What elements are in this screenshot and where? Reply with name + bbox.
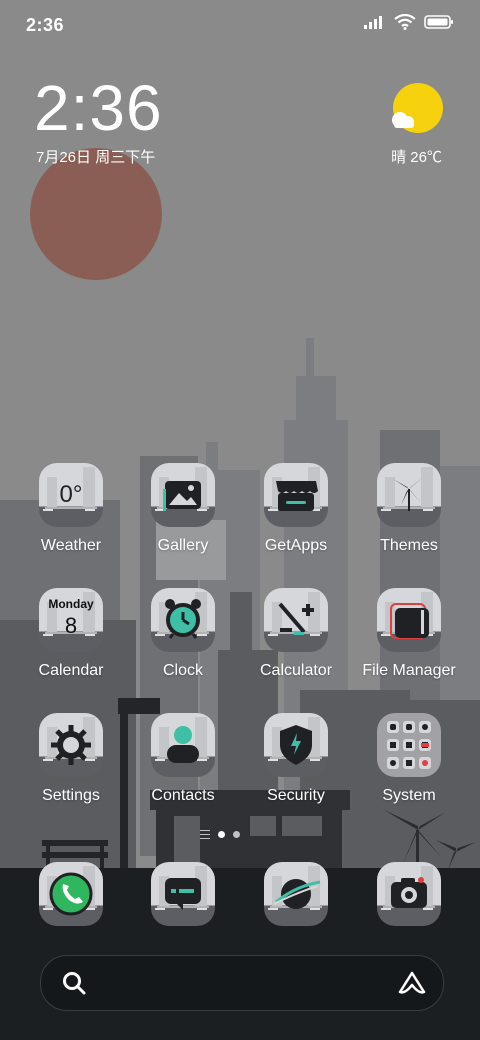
store-glyph [276, 481, 318, 511]
app-label: Contacts [151, 787, 215, 804]
browser-glyph [273, 879, 321, 909]
pinwheel-glyph [393, 477, 423, 511]
weather-glyph-text: 0° [59, 481, 83, 508]
calculator-glyph [278, 602, 314, 635]
app-clock[interactable]: Clock [128, 588, 238, 680]
calendar-day: Monday [48, 597, 94, 611]
app-label: Gallery [157, 537, 209, 554]
app-security[interactable]: Security [241, 713, 351, 805]
calendar-icon: Monday 8 [39, 588, 103, 652]
dock-camera[interactable] [354, 862, 464, 926]
gallery-icon [151, 463, 215, 527]
assistant-icon[interactable] [397, 970, 427, 996]
person-glyph [167, 726, 199, 763]
app-label: System [382, 787, 436, 804]
phone-icon [39, 862, 103, 926]
sun-cloud-icon [392, 83, 443, 133]
wallpaper-sun [30, 148, 162, 280]
status-bar: 2:36 [0, 0, 480, 52]
status-icons [364, 14, 454, 30]
store-icon [264, 463, 328, 527]
dock-browser[interactable] [241, 862, 351, 926]
gear-glyph [51, 725, 91, 765]
app-label: Calendar [38, 662, 104, 679]
signal-icon [364, 16, 382, 29]
page-dot-active [218, 831, 225, 838]
status-time: 2:36 [26, 15, 65, 35]
weather-widget-text: 晴 26℃ [391, 149, 442, 166]
page-dot [233, 831, 240, 838]
app-calendar[interactable]: Monday 8 Calendar [16, 588, 126, 680]
app-label: Security [267, 787, 325, 804]
alarm-clock-icon [151, 588, 215, 652]
battery-icon [424, 15, 453, 29]
app-getapps[interactable]: GetApps [241, 463, 351, 555]
search-icon [63, 972, 86, 995]
clock-widget-time[interactable]: 2:36 [34, 76, 163, 140]
app-weather[interactable]: 0° Weather [16, 463, 126, 555]
app-label: Themes [380, 537, 438, 554]
app-label: Settings [42, 787, 100, 804]
wifi-icon [394, 14, 416, 30]
app-label: File Manager [362, 662, 456, 679]
shield-glyph [280, 725, 312, 765]
camera-icon [377, 862, 441, 926]
folder-icon [377, 588, 441, 652]
phone-glyph [49, 872, 93, 916]
app-themes[interactable]: Themes [354, 463, 464, 555]
app-label: Clock [162, 662, 203, 679]
app-label: Weather [40, 537, 102, 554]
folder-glyph [390, 603, 429, 639]
app-settings[interactable]: Settings [16, 713, 126, 805]
alarm-clock-glyph [165, 599, 201, 639]
app-contacts[interactable]: Contacts [128, 713, 238, 805]
folder-grid-icon [377, 713, 441, 777]
folder-grid-glyph [387, 721, 431, 769]
gear-icon [39, 713, 103, 777]
app-label: GetApps [264, 537, 328, 554]
shield-icon [264, 713, 328, 777]
dock-phone[interactable] [16, 862, 126, 926]
search-bar[interactable] [40, 955, 444, 1011]
camera-glyph [391, 877, 427, 908]
person-icon [151, 713, 215, 777]
app-system-folder[interactable]: System [354, 713, 464, 805]
weather-icon: 0° [39, 463, 103, 527]
page-indicator[interactable] [200, 830, 240, 839]
messaging-icon [151, 862, 215, 926]
messaging-glyph [165, 878, 201, 910]
gallery-glyph [163, 481, 201, 511]
browser-icon [264, 862, 328, 926]
app-file-manager[interactable]: File Manager [354, 588, 464, 680]
weather-widget[interactable] [370, 80, 450, 145]
app-calculator[interactable]: Calculator [241, 588, 351, 680]
clock-widget-date: 7月26日 周三下午 [36, 149, 156, 166]
dock-messaging[interactable] [128, 862, 238, 926]
app-gallery[interactable]: Gallery [128, 463, 238, 555]
app-label: Calculator [259, 662, 333, 679]
calculator-icon [264, 588, 328, 652]
app-drawer-lines-icon [200, 830, 210, 839]
pinwheel-icon [377, 463, 441, 527]
calendar-num: 8 [64, 613, 78, 638]
